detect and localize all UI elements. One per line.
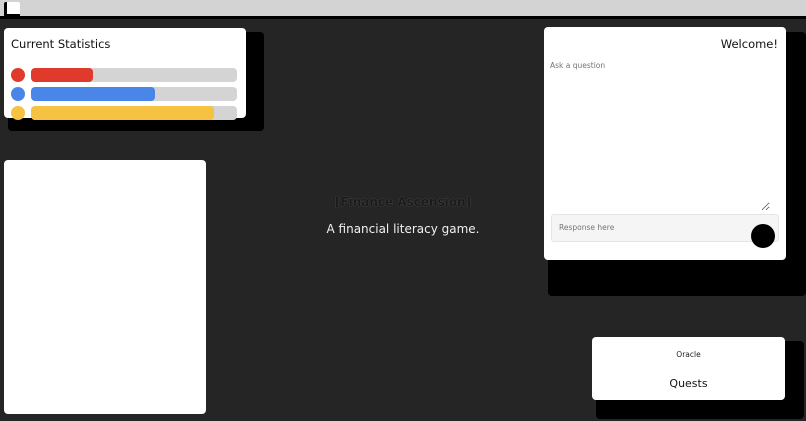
stats-title: Current Statistics <box>11 37 111 51</box>
stat-row-red <box>11 68 239 82</box>
red-stat-bar <box>31 68 237 82</box>
nav-panel: Oracle Quests <box>592 337 785 400</box>
response-box <box>551 214 779 242</box>
red-stat-fill <box>31 68 93 82</box>
stat-row-yellow <box>11 106 239 120</box>
blue-stat-icon <box>11 87 25 101</box>
blue-stat-fill <box>31 87 155 101</box>
yellow-stat-icon <box>11 106 25 120</box>
menu-icon[interactable] <box>4 2 20 17</box>
blue-stat-bar <box>31 87 237 101</box>
response-input[interactable] <box>559 223 739 232</box>
quests-button[interactable]: Quests <box>592 377 785 390</box>
stat-row-blue <box>11 87 239 101</box>
send-button[interactable] <box>751 224 775 248</box>
top-bar <box>0 0 806 19</box>
welcome-text: Welcome! <box>720 37 778 51</box>
yellow-stat-fill <box>31 106 215 120</box>
stats-panel: Current Statistics <box>4 28 246 120</box>
yellow-stat-bar <box>31 106 237 120</box>
ask-question-input[interactable] <box>550 61 770 211</box>
red-stat-icon <box>11 68 25 82</box>
chat-panel: Welcome! <box>544 27 786 260</box>
oracle-button[interactable]: Oracle <box>592 350 785 359</box>
